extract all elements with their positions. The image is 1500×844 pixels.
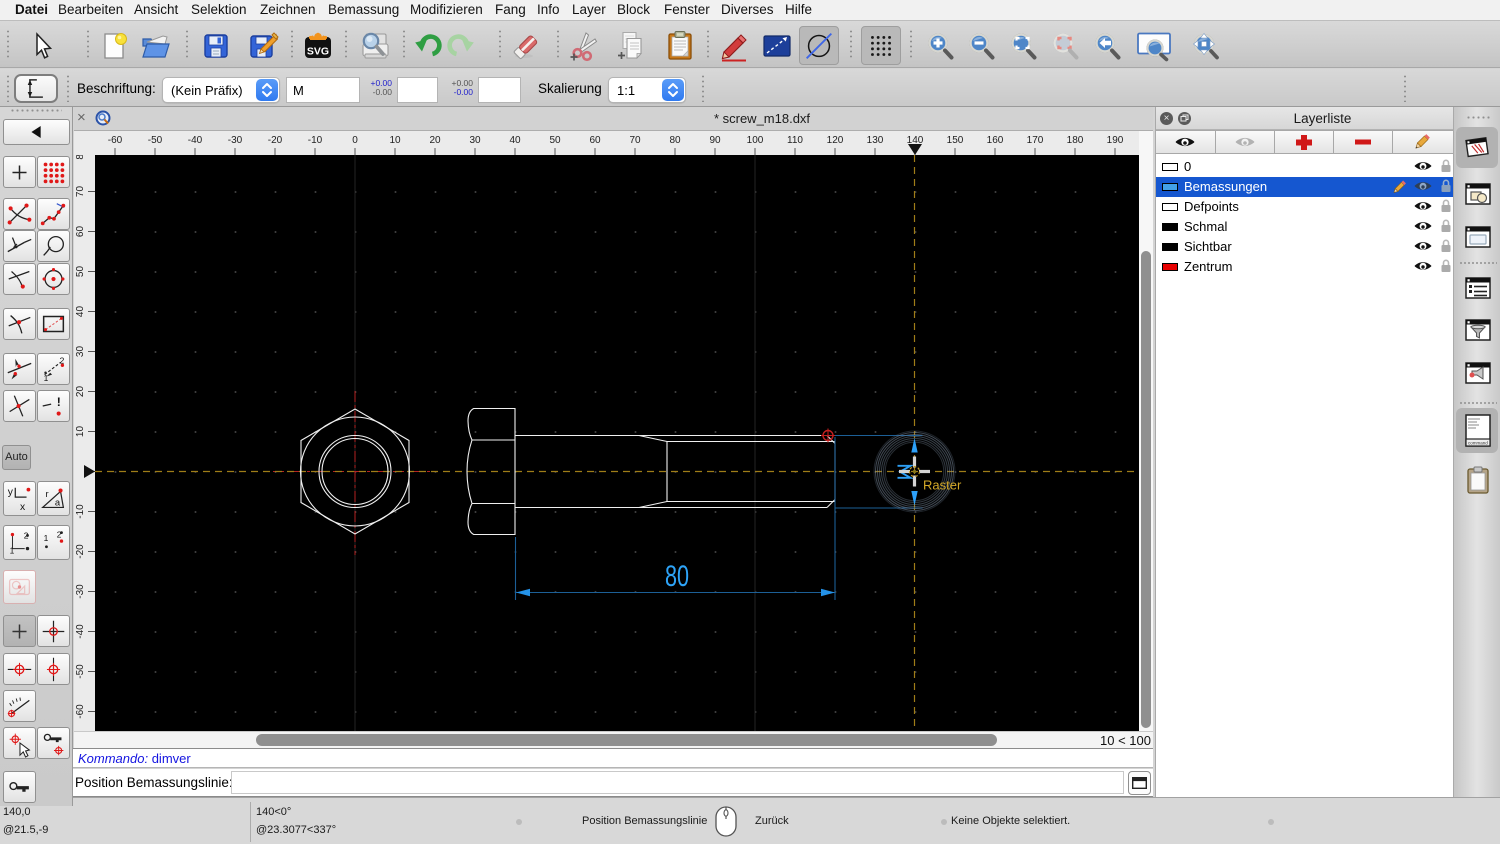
svg-text:170: 170 (1027, 135, 1044, 146)
svg-text:40: 40 (509, 135, 521, 146)
svg-text:10: 10 (389, 135, 401, 146)
svg-text:-50: -50 (75, 664, 86, 679)
svg-text:-20: -20 (268, 135, 283, 146)
svg-text:60: 60 (75, 226, 86, 238)
svg-text:70: 70 (629, 135, 641, 146)
svg-text:40: 40 (75, 306, 86, 318)
svg-text:SVG: SVG (307, 46, 329, 58)
svg-text:160: 160 (987, 135, 1004, 146)
svg-text:80: 80 (75, 155, 86, 160)
svg-text:Raster: Raster (923, 478, 962, 493)
svg-text:-10: -10 (308, 135, 323, 146)
svg-text:50: 50 (75, 266, 86, 278)
svg-text:command: command (1468, 441, 1488, 446)
svg-text:0: 0 (352, 135, 358, 146)
svg-text:70: 70 (75, 186, 86, 198)
svg-text:30: 30 (75, 346, 86, 358)
svg-text:10: 10 (75, 426, 86, 438)
svg-text:80: 80 (665, 558, 689, 592)
svg-text:120: 120 (827, 135, 844, 146)
svg-text:y: y (8, 487, 14, 498)
svg-text:2: 2 (57, 529, 62, 539)
svg-text:20: 20 (429, 135, 441, 146)
svg-text:-10: -10 (75, 504, 86, 519)
svg-text:20: 20 (75, 386, 86, 398)
svg-text:130: 130 (867, 135, 884, 146)
svg-text:-50: -50 (148, 135, 163, 146)
svg-text:-60: -60 (108, 135, 123, 146)
svg-text:100: 100 (747, 135, 764, 146)
svg-text:60: 60 (589, 135, 601, 146)
svg-text:190: 190 (1107, 135, 1124, 146)
svg-text:1: 1 (44, 533, 49, 543)
svg-text:-20: -20 (75, 544, 86, 559)
svg-text:150: 150 (947, 135, 964, 146)
svg-text:a: a (55, 497, 61, 508)
svg-text:-60: -60 (75, 704, 86, 719)
svg-text:110: 110 (787, 135, 803, 146)
svg-text:-40: -40 (75, 624, 86, 639)
svg-text:x: x (20, 502, 26, 513)
svg-text:-40: -40 (188, 135, 203, 146)
svg-text:90: 90 (709, 135, 721, 146)
svg-text:!: ! (57, 395, 61, 409)
svg-text:1: 1 (44, 373, 49, 383)
svg-text:80: 80 (669, 135, 681, 146)
svg-text:-30: -30 (75, 584, 86, 599)
svg-text:30: 30 (469, 135, 481, 146)
svg-text:50: 50 (549, 135, 561, 146)
svg-text:r: r (46, 488, 49, 499)
svg-text:180: 180 (1067, 135, 1084, 146)
svg-text:-30: -30 (228, 135, 243, 146)
